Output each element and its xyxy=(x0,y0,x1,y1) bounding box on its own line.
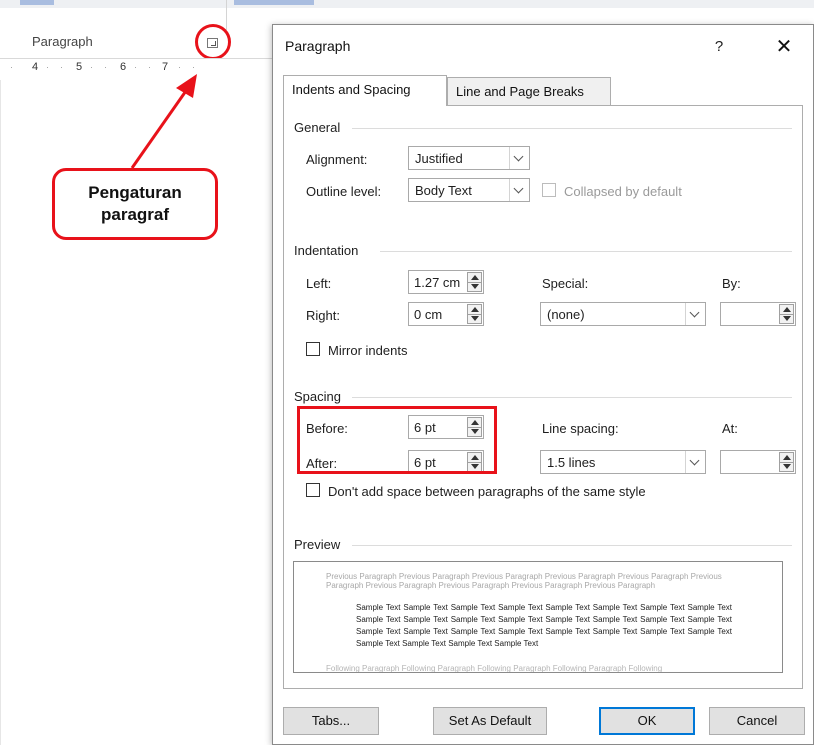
close-button[interactable]: ✕ xyxy=(769,33,799,61)
special-dropdown[interactable]: (none) xyxy=(540,302,706,326)
right-indent-value: 0 cm xyxy=(414,307,443,322)
left-indent-label: Left: xyxy=(306,276,332,291)
special-label: Special: xyxy=(542,276,589,291)
section-heading-spacing: Spacing xyxy=(294,389,341,404)
by-spinner[interactable] xyxy=(720,302,796,326)
spinner-arrows-icon[interactable] xyxy=(467,272,482,292)
mirror-indents-checkbox[interactable] xyxy=(306,342,320,356)
preview-previous-paragraph: Previous Paragraph Previous Paragraph Pr… xyxy=(326,572,722,590)
chevron-down-icon xyxy=(685,303,705,325)
tabs-button[interactable]: Tabs... xyxy=(283,707,379,735)
section-heading-indentation: Indentation xyxy=(294,243,359,258)
section-heading-general: General xyxy=(294,120,341,135)
by-label: By: xyxy=(722,276,741,291)
line-spacing-dropdown[interactable]: 1.5 lines xyxy=(540,450,706,474)
paragraph-dialog: Paragraph ? ✕ Indents and Spacing Line a… xyxy=(272,24,814,745)
cancel-button[interactable]: Cancel xyxy=(709,707,805,735)
spinner-arrows-icon[interactable] xyxy=(779,304,794,324)
chevron-down-icon xyxy=(509,147,529,169)
right-indent-spinner[interactable]: 0 cm xyxy=(408,302,484,326)
paragraph-preview: Previous Paragraph Previous Paragraph Pr… xyxy=(293,561,783,673)
section-heading-preview: Preview xyxy=(294,537,341,552)
section-divider xyxy=(352,397,792,398)
left-indent-spinner[interactable]: 1.27 cm xyxy=(408,270,484,294)
spinner-arrows-icon[interactable] xyxy=(779,452,794,472)
outline-level-dropdown[interactable]: Body Text xyxy=(408,178,530,202)
dialog-title: Paragraph xyxy=(285,38,351,54)
section-divider xyxy=(352,128,792,129)
outline-level-label: Outline level: xyxy=(306,184,382,199)
special-value: (none) xyxy=(547,307,585,322)
mirror-indents-label: Mirror indents xyxy=(328,343,408,358)
dialog-titlebar: Paragraph ? ✕ xyxy=(273,25,813,69)
at-label: At: xyxy=(722,421,738,436)
ok-button[interactable]: OK xyxy=(599,707,695,735)
left-indent-value: 1.27 cm xyxy=(414,275,461,290)
spacing-highlight-box xyxy=(297,406,497,474)
help-button[interactable]: ? xyxy=(707,35,731,59)
collapsed-by-default-checkbox[interactable] xyxy=(542,183,556,197)
chevron-down-icon xyxy=(509,179,529,201)
line-spacing-label: Line spacing: xyxy=(542,421,619,436)
tab-indents-and-spacing[interactable]: Indents and Spacing xyxy=(283,75,447,106)
preview-sample-text: Sample Text Sample Text Sample Text Samp… xyxy=(356,603,732,648)
collapsed-by-default-label: Collapsed by default xyxy=(564,184,682,199)
line-spacing-value: 1.5 lines xyxy=(547,455,596,470)
section-divider xyxy=(352,545,792,546)
set-as-default-button[interactable]: Set As Default xyxy=(433,707,547,735)
alignment-dropdown[interactable]: Justified xyxy=(408,146,530,170)
right-indent-label: Right: xyxy=(306,308,340,323)
spinner-arrows-icon[interactable] xyxy=(467,304,482,324)
alignment-value: Justified xyxy=(415,151,463,166)
tab-line-and-page-breaks[interactable]: Line and Page Breaks xyxy=(447,77,611,105)
section-divider xyxy=(380,251,792,252)
outline-level-value: Body Text xyxy=(415,183,472,198)
chevron-down-icon xyxy=(685,451,705,473)
alignment-label: Alignment: xyxy=(306,152,368,167)
annotation-callout: Pengaturan paragraf xyxy=(52,168,218,240)
dont-add-space-label: Don't add space between paragraphs of th… xyxy=(328,484,646,499)
preview-following-paragraph: Following Paragraph Following Paragraph … xyxy=(326,664,663,673)
dont-add-space-checkbox[interactable] xyxy=(306,483,320,497)
at-spinner[interactable] xyxy=(720,450,796,474)
